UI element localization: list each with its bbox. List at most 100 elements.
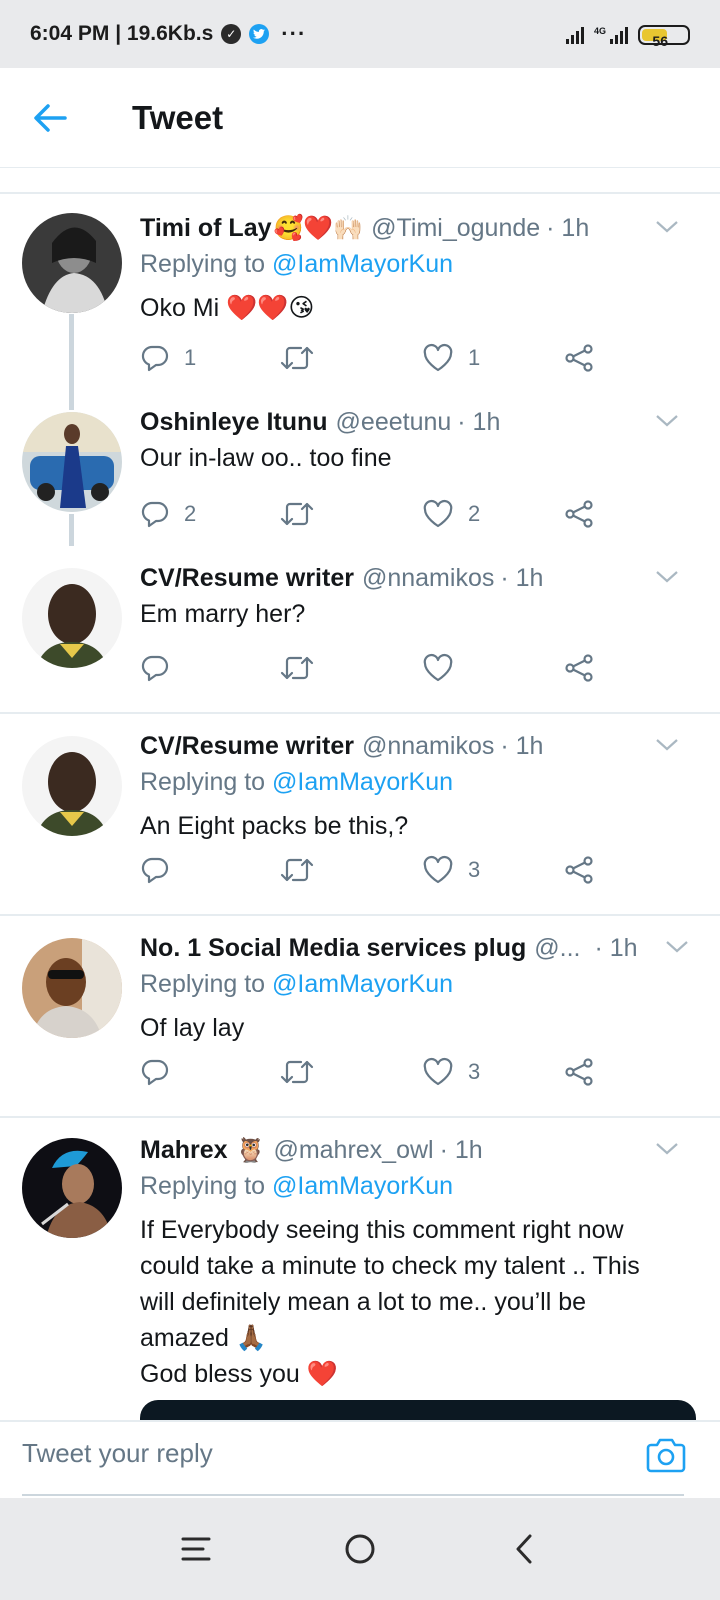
retweet-icon (280, 656, 314, 680)
retweet-action[interactable] (280, 343, 314, 373)
retweet-action[interactable] (280, 855, 314, 885)
home-circle-icon (345, 1534, 375, 1564)
tweet-timi[interactable]: Timi of Lay 🥰❤️🙌🏻 @Timi_ogunde · 1h Repl… (0, 194, 720, 390)
display-name[interactable]: Mahrex (140, 1136, 228, 1165)
status-right: 4G (565, 24, 690, 45)
like-action[interactable] (422, 653, 468, 683)
tweet-text: Em marry her? (140, 600, 306, 628)
avatar[interactable] (22, 736, 122, 836)
tweet-header: Timi of Lay 🥰❤️🙌🏻 @Timi_ogunde · 1h (140, 212, 696, 244)
action-bar (140, 648, 610, 688)
user-handle[interactable]: @eeetunu (336, 408, 452, 437)
share-icon (565, 344, 593, 372)
mention-link[interactable]: @IamMayorKun (272, 1172, 453, 1200)
action-bar: 2 2 (140, 494, 610, 534)
retweet-action[interactable] (280, 1057, 314, 1087)
avatar[interactable] (22, 1138, 122, 1238)
arrow-left-icon (34, 103, 67, 132)
reply-input[interactable]: Tweet your reply (22, 1438, 213, 1469)
mention-link[interactable]: @IamMayorKun (272, 250, 453, 278)
menu-button[interactable] (174, 1527, 218, 1571)
back-nav-button[interactable] (502, 1527, 546, 1571)
retweet-action[interactable] (280, 499, 314, 529)
mention-link[interactable]: @IamMayorKun (272, 970, 453, 998)
name-emoji: 🦉 (235, 1136, 266, 1164)
avatar[interactable] (22, 938, 122, 1038)
replying-prefix: Replying to (140, 768, 266, 796)
tweet-body: No. 1 Social Media services plug @... · … (140, 932, 696, 1046)
reply-feed[interactable]: Timi of Lay 🥰❤️🙌🏻 @Timi_ogunde · 1h Repl… (0, 194, 720, 1420)
chevron-down-icon[interactable] (652, 212, 682, 242)
reply-action[interactable] (140, 855, 184, 885)
display-name[interactable]: No. 1 Social Media services plug (140, 934, 526, 963)
reply-action[interactable] (140, 1057, 184, 1087)
action-bar: 1 1 (140, 338, 610, 378)
twitter-notification-icon (249, 24, 270, 44)
chevron-down-icon[interactable] (652, 1134, 682, 1164)
avatar[interactable] (22, 568, 122, 668)
chevron-down-icon[interactable] (652, 562, 682, 592)
reply-action[interactable]: 1 (140, 343, 196, 373)
tweet-body: Timi of Lay 🥰❤️🙌🏻 @Timi_ogunde · 1h Repl… (140, 212, 696, 326)
share-icon (565, 1058, 593, 1086)
chevron-down-icon[interactable] (662, 932, 692, 962)
back-button[interactable] (0, 68, 100, 168)
display-name[interactable]: CV/Resume writer (140, 564, 354, 593)
share-action[interactable] (564, 499, 594, 529)
mention-link[interactable]: @IamMayorKun (272, 768, 453, 796)
user-handle[interactable]: @nnamikos (362, 564, 494, 593)
reply-count: 2 (184, 501, 197, 526)
reply-composer: Tweet your reply (0, 1420, 720, 1498)
like-count: 3 (468, 857, 481, 882)
camera-icon[interactable] (644, 1434, 688, 1478)
reply-action[interactable]: 2 (140, 499, 196, 529)
replying-to: Replying to @IamMayorKun (140, 768, 696, 800)
tweet-mahrex[interactable]: Mahrex 🦉 @mahrex_owl · 1h Replying to @I… (0, 1118, 720, 1420)
tweet-header: No. 1 Social Media services plug @... · … (140, 932, 696, 964)
display-name[interactable]: Timi of Lay (140, 214, 272, 243)
reply-action[interactable] (140, 653, 184, 683)
share-action[interactable] (564, 343, 594, 373)
display-name[interactable]: CV/Resume writer (140, 732, 354, 761)
avatar-photo (22, 568, 122, 668)
heart-icon (423, 499, 453, 528)
tweet-body: Oshinleye Itunu @eeetunu · 1h Our in-law… (140, 406, 696, 476)
user-handle[interactable]: @mahrex_owl (273, 1136, 433, 1165)
like-count: 3 (468, 1059, 481, 1084)
share-action[interactable] (564, 1057, 594, 1087)
share-action[interactable] (564, 855, 594, 885)
tweet-oshinleye[interactable]: Oshinleye Itunu @eeetunu · 1h Our in-law… (0, 390, 720, 546)
like-action[interactable]: 3 (422, 1057, 480, 1087)
chevron-down-icon[interactable] (652, 730, 682, 760)
media-preview[interactable] (140, 1400, 696, 1420)
share-action[interactable] (564, 653, 594, 683)
thread-line (69, 514, 74, 546)
user-handle[interactable]: @Timi_ogunde (371, 214, 540, 243)
timestamp: · 1h (500, 731, 544, 760)
retweet-action[interactable] (280, 653, 314, 683)
reply-count: 1 (184, 345, 197, 370)
avatar[interactable] (22, 213, 122, 313)
tweet-header: Mahrex 🦉 @mahrex_owl · 1h (140, 1134, 696, 1166)
like-action[interactable]: 1 (422, 343, 480, 373)
system-nav-bar (0, 1498, 720, 1600)
tweet-nnamikos-1[interactable]: CV/Resume writer @nnamikos · 1h Em marry… (0, 546, 720, 714)
thread-line (69, 314, 74, 390)
user-handle[interactable]: @... (534, 934, 580, 963)
tweet-text: If Everybody seeing this comment right n… (140, 1212, 696, 1392)
avatar[interactable] (22, 412, 122, 512)
user-handle[interactable]: @nnamikos (362, 732, 494, 761)
tweet-nnamikos-2[interactable]: CV/Resume writer @nnamikos · 1h Replying… (0, 714, 720, 916)
chevron-down-icon[interactable] (652, 406, 682, 436)
chevron-left-icon (516, 1534, 532, 1564)
tweet-text: An Eight packs be this,? (140, 812, 409, 840)
reply-icon (141, 345, 169, 372)
page-title: Tweet (132, 98, 224, 136)
home-button[interactable] (338, 1527, 382, 1571)
tweet-social-media-plug[interactable]: No. 1 Social Media services plug @... · … (0, 916, 720, 1118)
tweet-body: CV/Resume writer @nnamikos · 1h Em marry… (140, 562, 696, 632)
display-name[interactable]: Oshinleye Itunu (140, 408, 328, 437)
network-type: 4G (593, 25, 606, 36)
like-action[interactable]: 2 (422, 499, 480, 529)
like-action[interactable]: 3 (422, 855, 480, 885)
